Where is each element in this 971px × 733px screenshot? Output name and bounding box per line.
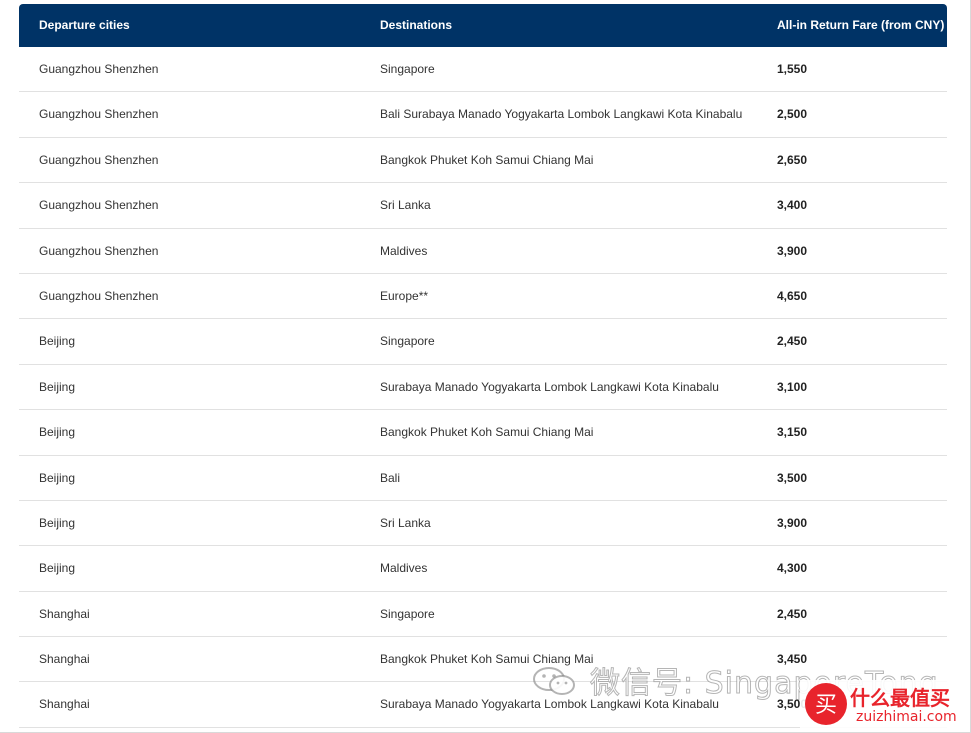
table-body: Guangzhou Shenzhen Singapore 1,550 Guangzho… [19,47,947,728]
departure-city-cell: Beijing [39,515,76,530]
fare-cell: 2,450 [777,606,808,621]
destinations-cell: Surabaya Manado Yogyakarta Lombok Langka… [380,697,719,712]
fare-cell: 3,900 [777,515,808,530]
destinations-cell: Singapore [380,62,435,76]
table-header: Departure cities Destinations All-in Ret… [19,4,947,47]
table-row: Shanghai Bangkok Phuket Koh Samui Chiang … [19,637,947,683]
table-row: Guangzhou Shenzhen Europe** 4,650 [19,274,947,320]
table-row: Beijing Bali 3,500 [19,456,947,501]
table-row: Guangzhou Shenzhen Singapore 1,550 [19,47,947,93]
destinations-cell: Bali Surabaya Manado Yogyakarta Lombok L… [380,107,743,122]
destinations-cell: Maldives [380,561,428,576]
destinations-cell: Europe** [380,288,429,303]
table-row: Guangzhou Shenzhen Bangkok Phuket Koh Sam… [19,138,947,184]
departure-city-cell: Beijing [39,379,76,394]
destinations-cell: Singapore [380,606,435,621]
fare-cell: 3,100 [777,379,808,394]
fare-cell: 2,650 [777,152,808,167]
header-destinations: Destinations [380,18,453,32]
destinations-cell: Singapore [380,334,435,349]
departure-city-cell: Guangzhou Shenzhen [39,107,159,122]
logo-url: zuizhimai.com [856,709,957,725]
header-departure-cities: Departure cities [39,18,130,32]
fare-cell: 3,400 [777,198,808,213]
departure-city-cell: Beijing [39,334,76,349]
fare-cell: 3,450 [777,652,808,667]
fare-cell: 3,150 [777,425,808,440]
destinations-cell: Bangkok Phuket Koh Samui Chiang Mai [380,652,594,667]
fare-cell: 2,500 [777,107,808,122]
table-row: Beijing Sri Lanka 3,900 [19,501,947,547]
table-row: Guangzhou Shenzhen Bali Surabaya Manado Y… [19,92,947,138]
table-row: Beijing Bangkok Phuket Koh Samui Chiang M… [19,410,947,456]
site-logo[interactable]: 买 什么最值买 zuizhimai.com [800,680,965,730]
header-return-fare: All-in Return Fare (from CNY) [777,18,945,32]
departure-city-cell: Shanghai [39,697,90,712]
table-row: Beijing Maldives 4,300 [19,546,947,592]
destinations-cell: Sri Lanka [380,515,431,530]
fare-cell: 1,550 [777,62,808,76]
badge-glyph: 买 [815,693,837,718]
fare-cell: 3,500 [777,470,808,485]
departure-city-cell: Shanghai [39,606,90,621]
destinations-cell: Sri Lanka [380,198,431,213]
departure-city-cell: Shanghai [39,652,90,667]
table-row: Beijing Surabaya Manado Yogyakarta Lombok… [19,365,947,411]
table-row: Shanghai Singapore 2,450 [19,592,947,638]
fare-cell: 4,650 [777,288,808,303]
fare-cell: 4,300 [777,561,808,576]
fare-cell: 3,900 [777,243,808,258]
buy-badge-icon: 买 [805,683,847,725]
destinations-cell: Surabaya Manado Yogyakarta Lombok Langka… [380,379,719,394]
table-row: Beijing Singapore 2,450 [19,319,947,365]
departure-city-cell: Guangzhou Shenzhen [39,243,159,258]
destinations-cell: Maldives [380,243,428,258]
departure-city-cell: Beijing [39,425,76,440]
departure-city-cell: Beijing [39,561,76,576]
departure-city-cell: Guangzhou Shenzhen [39,62,159,76]
departure-city-cell: Guangzhou Shenzhen [39,198,159,213]
logo-title: 什么最值买 [850,686,950,710]
departure-city-cell: Beijing [39,470,76,485]
fare-cell: 2,450 [777,334,808,349]
departure-city-cell: Guangzhou Shenzhen [39,152,159,167]
table-row: Guangzhou Shenzhen Sri Lanka 3,400 [19,183,947,229]
destinations-cell: Bangkok Phuket Koh Samui Chiang Mai [380,152,594,167]
page: Departure cities Destinations All-in Ret… [0,0,971,733]
destinations-cell: Bali [380,470,401,485]
table-row: Guangzhou Shenzhen Maldives 3,900 [19,229,947,274]
fare-table: Departure cities Destinations All-in Ret… [19,4,947,728]
destinations-cell: Bangkok Phuket Koh Samui Chiang Mai [380,425,594,440]
departure-city-cell: Guangzhou Shenzhen [39,288,159,303]
